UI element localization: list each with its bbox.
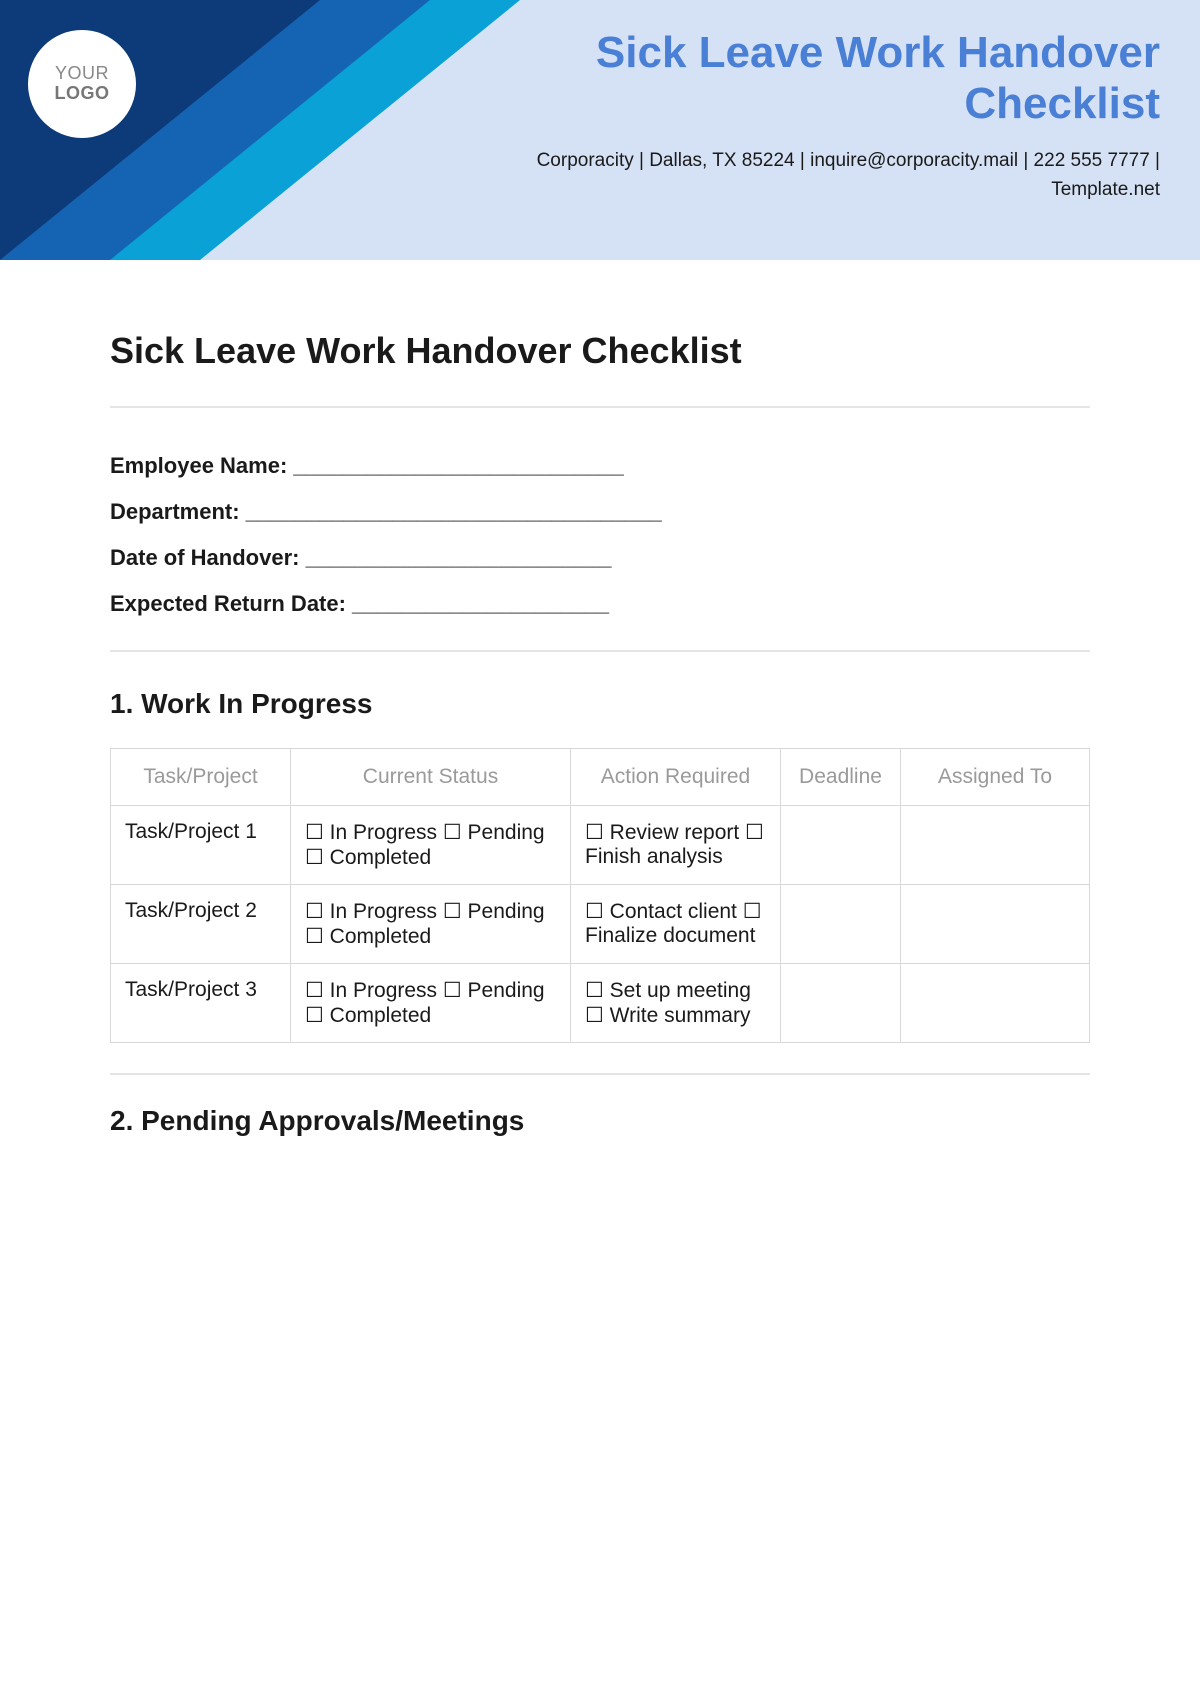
cell-action: ☐ Contact client ☐ Finalize document: [571, 885, 781, 964]
employee-fields: Employee Name: _________________________…: [110, 444, 1090, 626]
divider: [110, 406, 1090, 408]
cell-deadline: [781, 964, 901, 1043]
divider: [110, 650, 1090, 652]
cell-action: ☐ Set up meeting ☐ Write summary: [571, 964, 781, 1043]
cell-task: Task/Project 2: [111, 885, 291, 964]
document-header: YOUR LOGO Sick Leave Work Handover Check…: [0, 0, 1200, 260]
table-row: Task/Project 2 ☐ In Progress ☐ Pending ☐…: [111, 885, 1090, 964]
table-row: Task/Project 3 ☐ In Progress ☐ Pending ☐…: [111, 964, 1090, 1043]
cell-assigned: [901, 806, 1090, 885]
header-title-line1: Sick Leave Work Handover: [596, 28, 1160, 77]
cell-task: Task/Project 3: [111, 964, 291, 1043]
cell-status: ☐ In Progress ☐ Pending ☐ Completed: [291, 885, 571, 964]
col-status: Current Status: [291, 749, 571, 806]
logo-text-line2: LOGO: [55, 84, 110, 104]
section1-heading: 1. Work In Progress: [110, 688, 1090, 720]
field-handover-date: Date of Handover: ______________________…: [110, 536, 1090, 580]
field-department: Department: ____________________________…: [110, 490, 1090, 534]
cell-action: ☐ Review report ☐ Finish analysis: [571, 806, 781, 885]
cell-status: ☐ In Progress ☐ Pending ☐ Completed: [291, 806, 571, 885]
table-header-row: Task/Project Current Status Action Requi…: [111, 749, 1090, 806]
cell-status: ☐ In Progress ☐ Pending ☐ Completed: [291, 964, 571, 1043]
header-title-line2: Checklist: [964, 79, 1160, 128]
table-row: Task/Project 1 ☐ In Progress ☐ Pending ☐…: [111, 806, 1090, 885]
document-title: Sick Leave Work Handover Checklist: [110, 330, 1090, 372]
header-subtitle: Corporacity | Dallas, TX 85224 | inquire…: [500, 147, 1160, 204]
cell-assigned: [901, 964, 1090, 1043]
col-assigned: Assigned To: [901, 749, 1090, 806]
cell-task: Task/Project 1: [111, 806, 291, 885]
cell-deadline: [781, 806, 901, 885]
divider: [110, 1073, 1090, 1075]
cell-assigned: [901, 885, 1090, 964]
header-title: Sick Leave Work Handover Checklist: [500, 28, 1160, 129]
cell-deadline: [781, 885, 901, 964]
logo-text-line1: YOUR: [55, 64, 109, 84]
header-text-block: Sick Leave Work Handover Checklist Corpo…: [500, 28, 1160, 204]
col-action: Action Required: [571, 749, 781, 806]
document-body: Sick Leave Work Handover Checklist Emplo…: [0, 260, 1200, 1137]
col-task: Task/Project: [111, 749, 291, 806]
field-employee-name: Employee Name: _________________________…: [110, 444, 1090, 488]
logo-placeholder: YOUR LOGO: [28, 30, 136, 138]
field-return-date: Expected Return Date: __________________…: [110, 582, 1090, 626]
col-deadline: Deadline: [781, 749, 901, 806]
section2-heading: 2. Pending Approvals/Meetings: [110, 1105, 1090, 1137]
work-in-progress-table: Task/Project Current Status Action Requi…: [110, 748, 1090, 1043]
